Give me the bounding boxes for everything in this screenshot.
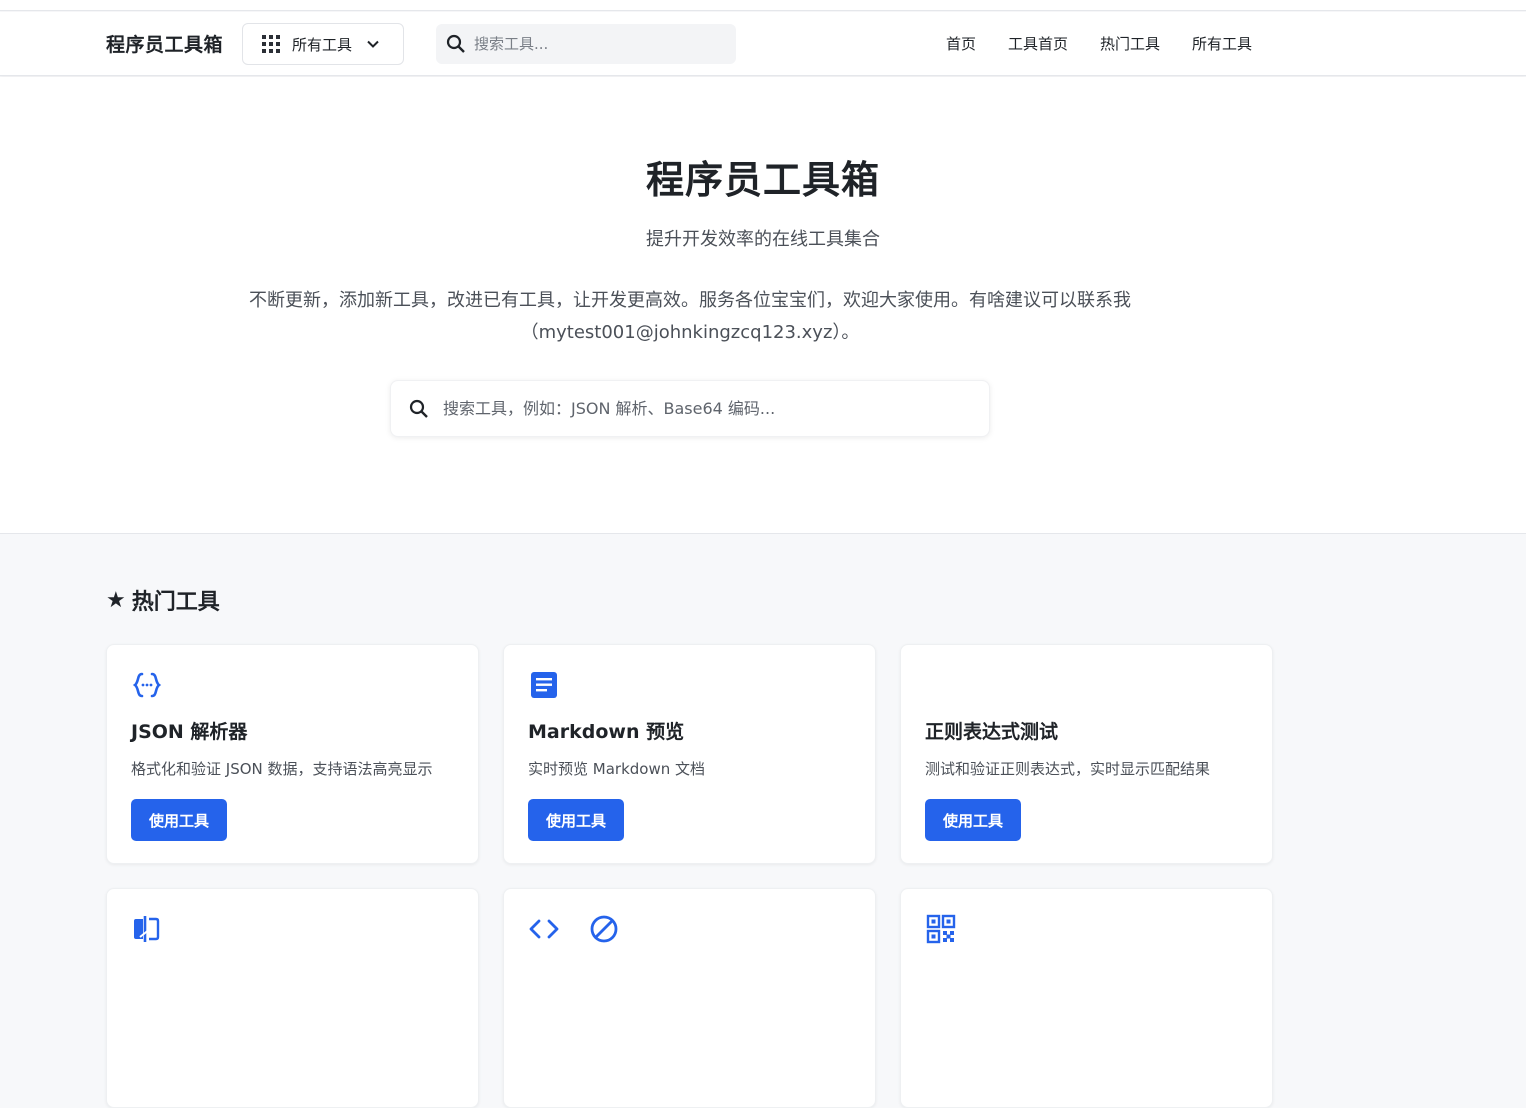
- nav-search-input[interactable]: [474, 35, 714, 53]
- code-icon: [529, 919, 559, 939]
- search-icon: [409, 399, 428, 418]
- tool-card-qr: [900, 888, 1273, 1108]
- tool-card-desc: 格式化和验证 JSON 数据，支持语法高亮显示: [131, 760, 433, 778]
- tool-card-regex: 正则表达式测试 测试和验证正则表达式，实时显示匹配结果 使用工具: [900, 644, 1273, 864]
- chevron-down-icon: [367, 40, 379, 48]
- qr-code-icon: [926, 914, 956, 944]
- nav-link-popular-tools[interactable]: 热门工具: [1100, 33, 1160, 54]
- tool-card-code: [503, 888, 876, 1108]
- top-border: [0, 0, 1526, 11]
- popular-tools-heading-text: 热门工具: [131, 590, 220, 615]
- use-tool-button-markdown[interactable]: 使用工具: [528, 799, 624, 841]
- tool-card-json: JSON 解析器 格式化和验证 JSON 数据，支持语法高亮显示 使用工具: [106, 644, 479, 864]
- hero-search-input[interactable]: [443, 399, 963, 418]
- hero-section: 程序员工具箱 提升开发效率的在线工具集合 不断更新，添加新工具，改进已有工具，让…: [0, 77, 1526, 534]
- all-tools-label: 所有工具: [292, 35, 353, 54]
- popular-tools-heading: ★ 热门工具: [106, 584, 220, 616]
- hero-description: 不断更新，添加新工具，改进已有工具，让开发更高效。服务各位宝宝们，欢迎大家使用。…: [249, 290, 1131, 343]
- grid-icon: [262, 35, 280, 53]
- navbar: 程序员工具箱 所有工具 首页 工具首页 热门工具 所有工具: [0, 12, 1526, 76]
- document-icon: [531, 672, 557, 698]
- tool-card-title: Markdown 预览: [528, 721, 685, 743]
- hero-search-box: [390, 380, 990, 437]
- all-tools-dropdown[interactable]: 所有工具: [242, 23, 404, 65]
- braces-icon: [132, 672, 162, 698]
- use-tool-button-json[interactable]: 使用工具: [131, 799, 227, 841]
- nav-link-tools-home[interactable]: 工具首页: [1008, 33, 1068, 54]
- tool-card-grid: JSON 解析器 格式化和验证 JSON 数据，支持语法高亮显示 使用工具 Ma…: [106, 644, 1274, 1108]
- block-icon: [590, 915, 618, 943]
- nav-link-all-tools[interactable]: 所有工具: [1192, 33, 1252, 54]
- nav-links: 首页 工具首页 热门工具 所有工具: [946, 33, 1252, 54]
- tool-card-title: 正则表达式测试: [925, 721, 1059, 743]
- nav-link-home[interactable]: 首页: [946, 33, 976, 54]
- hero-title: 程序员工具箱: [645, 158, 880, 202]
- tool-card-compare: [106, 888, 479, 1108]
- tool-card-desc: 实时预览 Markdown 文档: [528, 760, 705, 778]
- star-icon: ★: [106, 587, 126, 613]
- compare-icon: [134, 916, 160, 942]
- tool-card-markdown: Markdown 预览 实时预览 Markdown 文档 使用工具: [503, 644, 876, 864]
- tool-card-title: JSON 解析器: [131, 721, 248, 743]
- tool-card-desc: 测试和验证正则表达式，实时显示匹配结果: [925, 760, 1211, 778]
- use-tool-button-regex[interactable]: 使用工具: [925, 799, 1021, 841]
- search-icon: [446, 34, 465, 53]
- brand-logo[interactable]: 程序员工具箱: [106, 30, 223, 57]
- hero-subtitle: 提升开发效率的在线工具集合: [646, 229, 880, 250]
- nav-search-box: [436, 24, 736, 64]
